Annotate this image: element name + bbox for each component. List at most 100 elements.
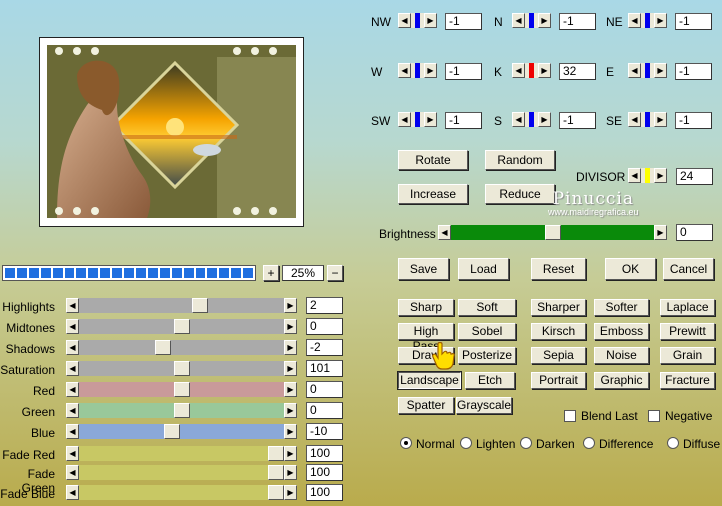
highlights-field[interactable]: 2 (306, 297, 343, 314)
fade-blue-increase-arrow[interactable]: ▶ (284, 485, 297, 500)
se-increase-arrow[interactable]: ▶ (654, 112, 667, 127)
e-increase-arrow[interactable]: ▶ (654, 63, 667, 78)
fade-green-slider[interactable] (79, 465, 284, 480)
fade-red-slider[interactable] (79, 446, 284, 461)
high-pass-preset-button[interactable]: High Pass (398, 323, 454, 353)
nw-increase-arrow[interactable]: ▶ (424, 13, 437, 28)
blue-thumb[interactable] (164, 424, 180, 439)
green-slider[interactable] (79, 403, 284, 418)
reduce-button[interactable]: Reduce (485, 184, 555, 204)
divisor-field[interactable]: 24 (676, 168, 713, 185)
fade-green-field[interactable]: 100 (306, 464, 343, 481)
highlights-decrease-arrow[interactable]: ◀ (66, 298, 79, 313)
se-slider[interactable] (641, 112, 654, 127)
spatter-preset-button[interactable]: Spatter (398, 397, 454, 414)
sobel-preset-button[interactable]: Sobel (458, 323, 516, 340)
grayscale-preset-button[interactable]: Grayscale (456, 397, 512, 414)
w-increase-arrow[interactable]: ▶ (424, 63, 437, 78)
red-slider[interactable] (79, 382, 284, 397)
saturation-increase-arrow[interactable]: ▶ (284, 361, 297, 376)
etch-preset-button[interactable]: Etch (465, 372, 515, 389)
highlights-thumb[interactable] (192, 298, 208, 313)
sw-slider[interactable] (411, 112, 424, 127)
emboss-preset-button[interactable]: Emboss (594, 323, 649, 340)
zoom-out-button[interactable]: − (327, 265, 343, 281)
blue-decrease-arrow[interactable]: ◀ (66, 424, 79, 439)
n-slider[interactable] (525, 13, 538, 28)
brightness-slider[interactable] (451, 225, 654, 240)
fade-red-field[interactable]: 100 (306, 445, 343, 462)
green-increase-arrow[interactable]: ▶ (284, 403, 297, 418)
portrait-preset-button[interactable]: Portrait (531, 372, 586, 389)
saturation-slider[interactable] (79, 361, 284, 376)
sw-decrease-arrow[interactable]: ◀ (398, 112, 411, 127)
fade-blue-thumb[interactable] (268, 485, 284, 500)
darken-radio[interactable] (520, 437, 532, 449)
grain-preset-button[interactable]: Grain (660, 347, 715, 364)
ne-decrease-arrow[interactable]: ◀ (628, 13, 641, 28)
sharp-preset-button[interactable]: Sharp (398, 299, 454, 316)
shadows-thumb[interactable] (155, 340, 171, 355)
zoom-in-button[interactable]: + (263, 265, 279, 281)
softer-preset-button[interactable]: Softer (594, 299, 649, 316)
saturation-decrease-arrow[interactable]: ◀ (66, 361, 79, 376)
fade-green-decrease-arrow[interactable]: ◀ (66, 465, 79, 480)
fade-blue-field[interactable]: 100 (306, 484, 343, 501)
landscape-preset-button[interactable]: Landscape (397, 371, 462, 390)
highlights-slider[interactable] (79, 298, 284, 313)
fade-blue-slider[interactable] (79, 485, 284, 500)
kirsch-preset-button[interactable]: Kirsch (531, 323, 586, 340)
w-slider[interactable] (411, 63, 424, 78)
k-decrease-arrow[interactable]: ◀ (512, 63, 525, 78)
sw-field[interactable]: -1 (445, 112, 482, 129)
nw-decrease-arrow[interactable]: ◀ (398, 13, 411, 28)
divisor-decrease-arrow[interactable]: ◀ (628, 168, 641, 183)
midtones-decrease-arrow[interactable]: ◀ (66, 319, 79, 334)
e-slider[interactable] (641, 63, 654, 78)
red-thumb[interactable] (174, 382, 190, 397)
red-decrease-arrow[interactable]: ◀ (66, 382, 79, 397)
fade-red-thumb[interactable] (268, 446, 284, 461)
lighten-radio[interactable] (460, 437, 472, 449)
blue-field[interactable]: -10 (306, 423, 343, 440)
random-button[interactable]: Random (485, 150, 555, 170)
e-decrease-arrow[interactable]: ◀ (628, 63, 641, 78)
s-field[interactable]: -1 (559, 112, 596, 129)
fade-red-decrease-arrow[interactable]: ◀ (66, 446, 79, 461)
difference-radio[interactable] (583, 437, 595, 449)
prewitt-preset-button[interactable]: Prewitt (660, 323, 715, 340)
midtones-field[interactable]: 0 (306, 318, 343, 335)
blend-last-checkbox[interactable] (564, 410, 576, 422)
load-button[interactable]: Load (458, 258, 509, 280)
saturation-field[interactable]: 101 (306, 360, 343, 377)
nw-field[interactable]: -1 (445, 13, 482, 30)
k-slider[interactable] (525, 63, 538, 78)
fracture-preset-button[interactable]: Fracture (660, 372, 715, 389)
n-field[interactable]: -1 (559, 13, 596, 30)
highlights-increase-arrow[interactable]: ▶ (284, 298, 297, 313)
brightness-thumb[interactable] (545, 225, 561, 240)
n-increase-arrow[interactable]: ▶ (538, 13, 551, 28)
shadows-field[interactable]: -2 (306, 339, 343, 356)
midtones-slider[interactable] (79, 319, 284, 334)
s-slider[interactable] (525, 112, 538, 127)
n-decrease-arrow[interactable]: ◀ (512, 13, 525, 28)
ne-slider[interactable] (641, 13, 654, 28)
k-field[interactable]: 32 (559, 63, 596, 80)
blue-slider[interactable] (79, 424, 284, 439)
red-increase-arrow[interactable]: ▶ (284, 382, 297, 397)
ne-increase-arrow[interactable]: ▶ (654, 13, 667, 28)
noise-preset-button[interactable]: Noise (594, 347, 649, 364)
sharper-preset-button[interactable]: Sharper (531, 299, 586, 316)
fade-green-thumb[interactable] (268, 465, 284, 480)
divisor-slider[interactable] (641, 168, 654, 183)
graphic-preset-button[interactable]: Graphic (594, 372, 649, 389)
shadows-increase-arrow[interactable]: ▶ (284, 340, 297, 355)
se-decrease-arrow[interactable]: ◀ (628, 112, 641, 127)
posterize-preset-button[interactable]: Posterize (458, 347, 516, 364)
cancel-button[interactable]: Cancel (663, 258, 714, 280)
diffuse-radio[interactable] (667, 437, 679, 449)
e-field[interactable]: -1 (675, 63, 712, 80)
negative-checkbox[interactable] (648, 410, 660, 422)
green-thumb[interactable] (174, 403, 190, 418)
